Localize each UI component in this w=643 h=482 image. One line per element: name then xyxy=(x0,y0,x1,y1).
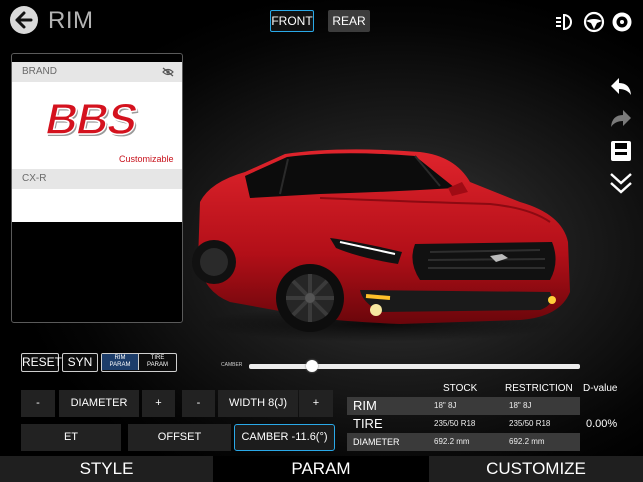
light-icon[interactable] xyxy=(555,11,577,33)
offset-button[interactable]: OFFSET xyxy=(128,424,231,451)
tab-customize[interactable]: CUSTOMIZE xyxy=(429,456,643,482)
viewer-stage: RIM FRONT REAR BRAND BBS BBS Customizabl… xyxy=(0,0,643,482)
tab-style[interactable]: STYLE xyxy=(0,456,213,482)
camber-slider-thumb[interactable] xyxy=(305,360,318,372)
brand-logo-area[interactable]: BBS BBS Customizable xyxy=(12,82,182,222)
spec-label-diameter: DIAMETER xyxy=(353,437,400,447)
tire-param-option[interactable]: TIRE PARAM xyxy=(139,354,176,370)
model-item-cx-r[interactable]: CX-R xyxy=(12,169,182,189)
table-row: TIRE 235/50 R18 235/50 R18 xyxy=(347,415,580,433)
camber-button[interactable]: CAMBER -11.6(°) xyxy=(234,424,335,451)
stock-header: STOCK xyxy=(443,383,478,394)
table-row: RIM 18" 8J 18" 8J xyxy=(347,397,580,415)
bottom-tab-bar: STYLE PARAM CUSTOMIZE xyxy=(0,456,643,482)
bbs-logo-text: BBS xyxy=(41,98,141,142)
table-row: DIAMETER 692.2 mm 692.2 mm xyxy=(347,433,580,451)
syn-button[interactable]: SYN xyxy=(62,353,98,372)
brand-panel: BRAND BBS BBS Customizable CX-R xyxy=(11,53,183,323)
eye-slash-icon[interactable] xyxy=(162,67,174,77)
tire-param-label-1: TIRE xyxy=(150,355,165,361)
diameter-minus-button[interactable]: - xyxy=(21,390,55,417)
customizable-label: Customizable xyxy=(119,154,174,164)
spec-label-tire: TIRE xyxy=(353,416,383,431)
bbs-logo: BBS BBS xyxy=(40,98,143,142)
double-chevron-down-icon[interactable] xyxy=(608,170,634,196)
undo-icon[interactable] xyxy=(608,74,634,100)
tab-param[interactable]: PARAM xyxy=(213,456,429,482)
width-plus-button[interactable]: + xyxy=(299,390,333,417)
tire-icon[interactable] xyxy=(611,11,633,33)
et-button[interactable]: ET xyxy=(21,424,121,451)
brand-header[interactable]: BRAND xyxy=(12,62,182,82)
rim-param-option[interactable]: RIM PARAM xyxy=(102,354,139,370)
restriction-header: RESTRICTION xyxy=(505,383,573,394)
diameter-value: DIAMETER 18(") xyxy=(59,390,139,436)
back-arrow-icon xyxy=(15,11,33,29)
camber-slider-label: CAMBER xyxy=(221,362,243,368)
spec-stock-tire: 235/50 R18 xyxy=(434,419,476,428)
view-rear-button[interactable]: REAR xyxy=(328,10,370,32)
spec-restriction-rim: 18" 8J xyxy=(509,401,532,410)
spec-stock-rim: 18" 8J xyxy=(434,401,457,410)
width-minus-button[interactable]: - xyxy=(182,390,215,417)
spec-label-rim: RIM xyxy=(353,398,377,413)
brand-header-label: BRAND xyxy=(22,66,58,77)
save-icon[interactable] xyxy=(608,138,634,164)
car-render[interactable] xyxy=(190,142,575,342)
spec-restriction-tire: 235/50 R18 xyxy=(509,419,551,428)
dvalue-header: D-value xyxy=(583,383,618,394)
dvalue-readout: 0.00% xyxy=(586,418,618,430)
width-value: WIDTH 8(J) xyxy=(218,390,298,417)
view-front-button[interactable]: FRONT xyxy=(270,10,314,32)
diameter-plus-button[interactable]: + xyxy=(142,390,175,417)
steering-wheel-icon[interactable] xyxy=(583,11,605,33)
spec-stock-diameter: 692.2 mm xyxy=(434,437,470,446)
param-mode-toggle: RIM PARAM TIRE PARAM xyxy=(101,353,177,372)
reset-button[interactable]: RESET xyxy=(21,353,62,372)
back-button[interactable] xyxy=(10,6,38,34)
tire-param-label-2: PARAM xyxy=(147,362,168,368)
page-title: RIM xyxy=(48,7,94,34)
redo-icon[interactable] xyxy=(608,106,634,132)
rim-param-label-1: RIM xyxy=(114,355,126,361)
spec-restriction-diameter: 692.2 mm xyxy=(509,437,545,446)
camber-slider-track[interactable] xyxy=(249,364,580,369)
rim-param-label-2: PARAM xyxy=(109,362,131,368)
